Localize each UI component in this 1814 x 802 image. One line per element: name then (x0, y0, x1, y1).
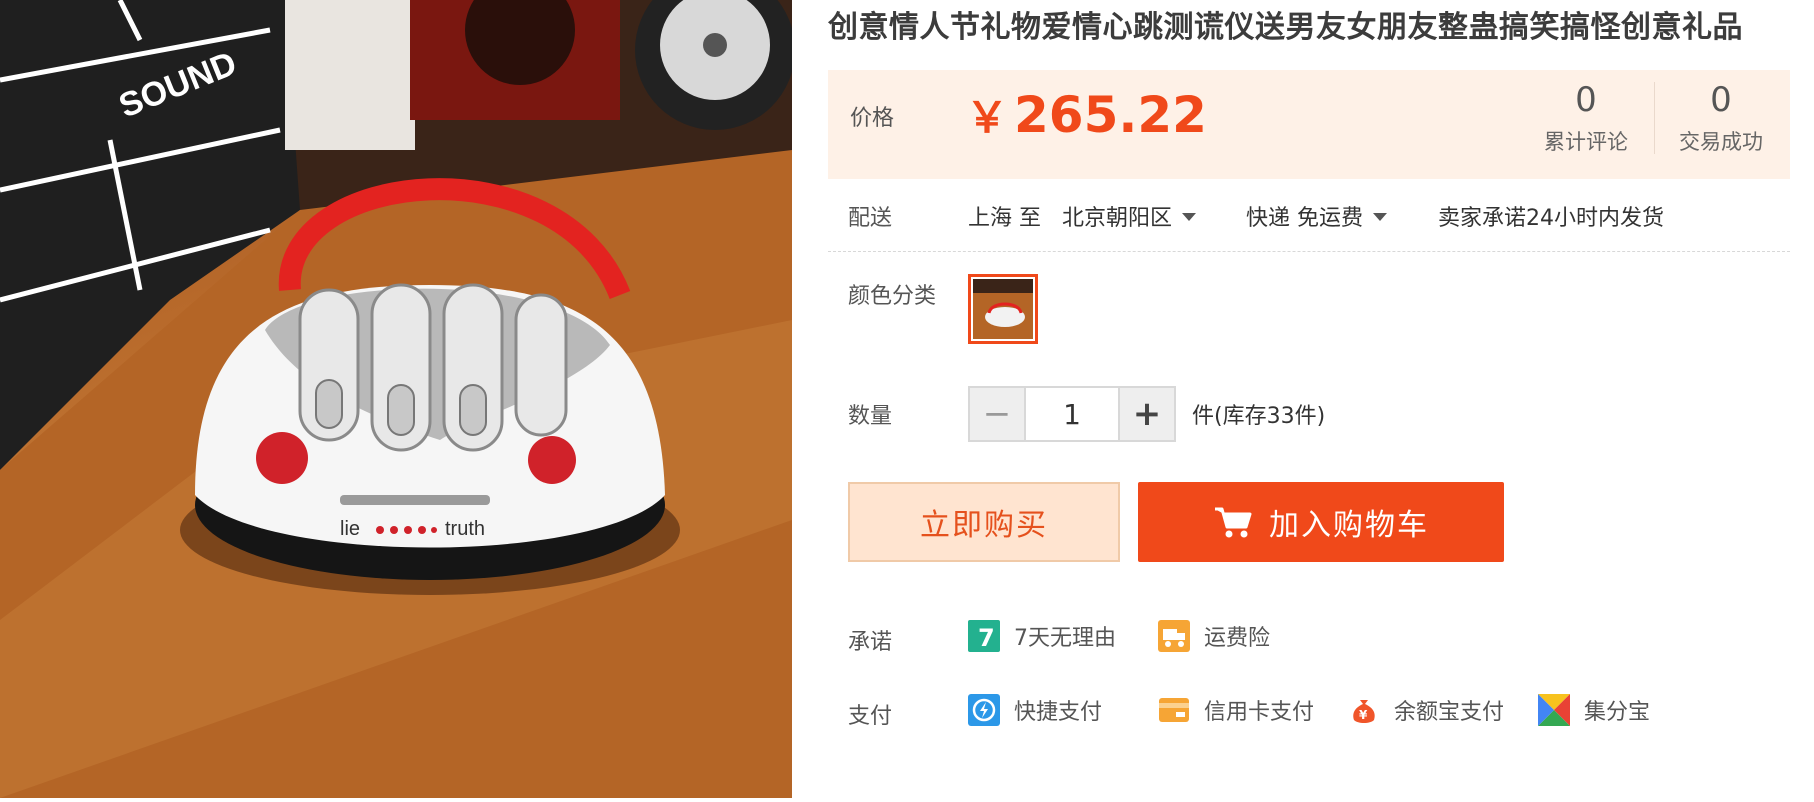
sales-count-label: 交易成功 (1679, 130, 1763, 154)
shipping-insurance-label: 运费险 (1204, 626, 1271, 651)
delivery-row: 配送 上海 至 北京朝阳区 快递 免运费 卖家承诺24小时内发货 (828, 190, 1790, 252)
review-count[interactable]: 0 累计评论 (1521, 78, 1651, 156)
product-title: 创意情人节礼物爱情心跳测谎仪送男友女朋友整蛊搞笑搞怪创意礼品 (828, 10, 1743, 45)
review-count-label: 累计评论 (1544, 130, 1628, 154)
cart-icon (1215, 507, 1252, 538)
quick-pay[interactable]: 快捷支付 (968, 694, 1102, 726)
svg-text:7: 7 (978, 624, 995, 652)
credit-card-label: 信用卡支付 (1204, 700, 1315, 725)
sales-count-number: 0 (1710, 80, 1732, 120)
jifenbao-pay[interactable]: 集分宝 (1538, 694, 1650, 726)
payment-label: 支付 (848, 704, 893, 729)
delivery-method: 快递 免运费 (1246, 206, 1363, 231)
stats-divider (1654, 82, 1655, 154)
review-count-number: 0 (1575, 80, 1597, 120)
promise-label: 承诺 (848, 630, 893, 655)
quick-pay-label: 快捷支付 (1014, 700, 1103, 725)
jifenbao-label: 集分宝 (1584, 700, 1651, 725)
delivery-promise: 卖家承诺24小时内发货 (1438, 206, 1664, 231)
delivery-from: 上海 至 (968, 206, 1041, 231)
yuebao-icon: ¥ (1348, 694, 1380, 726)
quantity-increase-button[interactable]: + (1120, 388, 1174, 440)
seven-day-return-label: 7天无理由 (1014, 626, 1116, 651)
price-value: ￥ 265.22 (966, 84, 1207, 145)
add-to-cart-label: 加入购物车 (1269, 508, 1429, 543)
chevron-down-icon (1182, 213, 1197, 221)
shipping-insurance-icon (1158, 620, 1190, 652)
quantity-stepper: − 1 + (968, 386, 1176, 442)
jifenbao-icon (1538, 694, 1570, 726)
sales-count: 0 交易成功 (1656, 78, 1786, 156)
quick-pay-icon (968, 694, 1000, 726)
quantity-decrease-button[interactable]: − (970, 388, 1024, 440)
credit-card-icon (1158, 694, 1190, 726)
buy-now-button[interactable]: 立即购买 (848, 482, 1120, 562)
device-lie-label: lie (340, 518, 360, 540)
product-image[interactable]: SOUND lie truth (0, 0, 792, 798)
seven-day-return-icon: 7 (968, 620, 1000, 652)
delivery-method-select[interactable]: 快递 免运费 (1246, 200, 1387, 232)
price-label: 价格 (850, 106, 895, 131)
quantity-label: 数量 (848, 404, 893, 429)
seven-day-return[interactable]: 7 7天无理由 (968, 620, 1116, 652)
color-swatch[interactable] (968, 274, 1038, 344)
product-photo-illustration: SOUND lie truth (0, 0, 792, 798)
price-amount: 265.22 (1014, 86, 1207, 144)
stock-info: 件(库存33件) (1192, 404, 1326, 429)
product-info-panel: 创意情人节礼物爱情心跳测谎仪送男友女朋友整蛊搞笑搞怪创意礼品 价格 ￥ 265.2… (828, 0, 1794, 802)
chevron-down-icon (1373, 213, 1387, 221)
add-to-cart-button[interactable]: 加入购物车 (1138, 482, 1504, 562)
yuebao-label: 余额宝支付 (1394, 700, 1505, 725)
svg-text:¥: ¥ (1359, 708, 1368, 722)
delivery-destination: 北京朝阳区 (1062, 206, 1173, 231)
color-swatch-thumbnail (973, 279, 1033, 339)
currency-symbol: ￥ (966, 93, 1009, 142)
color-option-label: 颜色分类 (848, 284, 937, 309)
credit-card-pay[interactable]: 信用卡支付 (1158, 694, 1314, 726)
device-truth-label: truth (445, 518, 485, 540)
price-box: 价格 ￥ 265.22 0 累计评论 0 交易成功 (828, 70, 1790, 179)
quantity-input[interactable]: 1 (1024, 388, 1120, 440)
delivery-destination-select[interactable]: 北京朝阳区 (1062, 200, 1197, 232)
yuebao-pay[interactable]: ¥ 余额宝支付 (1348, 694, 1504, 726)
delivery-label: 配送 (848, 206, 893, 231)
shipping-insurance[interactable]: 运费险 (1158, 620, 1270, 652)
